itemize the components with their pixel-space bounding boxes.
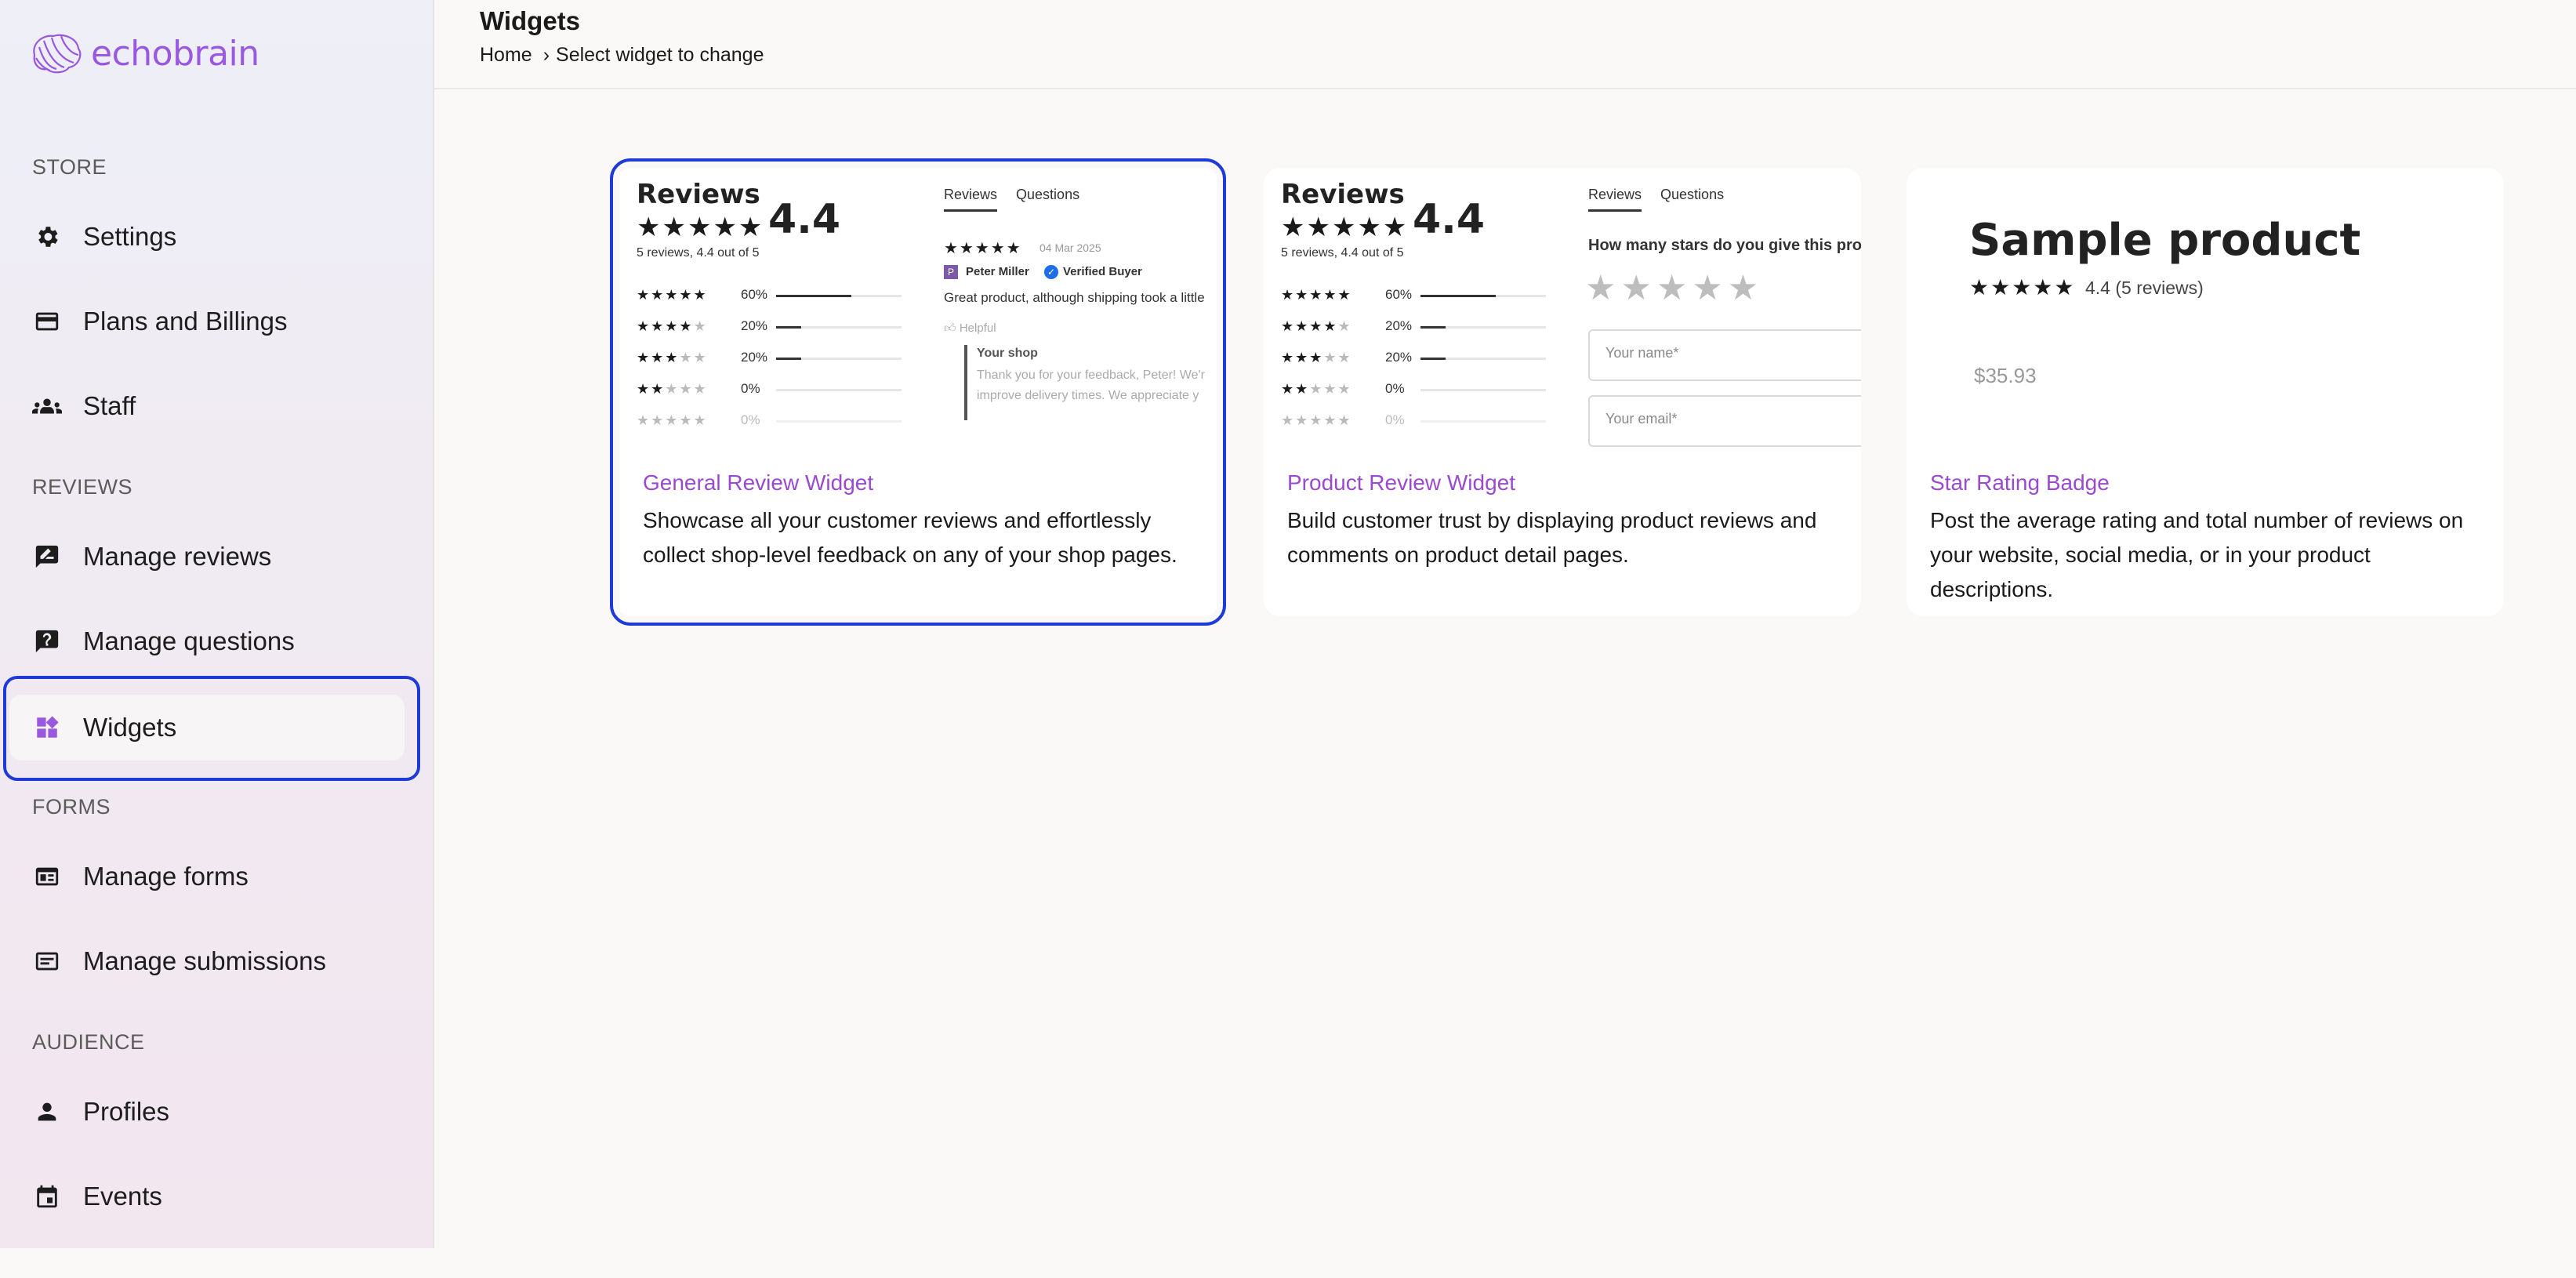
logo-text: echobrain <box>91 33 259 74</box>
sidebar: echobrain STORE Settings Plans and Billi… <box>0 0 434 1248</box>
preview-product-name: Sample product <box>1969 215 2361 266</box>
sidebar-item-label: Events <box>83 1182 162 1211</box>
review-date: 04 Mar 2025 <box>1039 241 1101 254</box>
reply-text: improve delivery times. We appreciate y <box>977 389 1199 402</box>
rate-review-icon <box>31 541 63 572</box>
empty-stars-icon: ★★★★★ <box>1585 269 1764 307</box>
sidebar-item-manage-questions[interactable]: Manage questions <box>9 608 405 674</box>
sidebar-item-label: Staff <box>83 391 136 420</box>
sidebar-item-label: Manage reviews <box>83 542 272 571</box>
gear-icon <box>31 221 63 252</box>
preview-rating-text: 4.4 (5 reviews) <box>2085 278 2204 298</box>
question-icon <box>31 626 63 657</box>
sidebar-item-label: Manage submissions <box>83 946 326 975</box>
widget-preview: Reviews ★★★★★ 4.4 5 reviews, 4.4 out of … <box>619 168 1217 458</box>
widget-card-product-review[interactable]: Reviews ★★★★★ 4.4 5 reviews, 4.4 out of … <box>1264 168 1861 616</box>
breadcrumb: Home › Select widget to change <box>480 44 764 67</box>
widget-description: Post the average rating and total number… <box>1930 508 2464 601</box>
sidebar-item-manage-forms[interactable]: Manage forms <box>9 844 405 909</box>
name-field: Your name* <box>1588 329 1861 381</box>
review-stars-icon: ★★★★★ <box>944 240 1022 257</box>
widget-description: Showcase all your customer reviews and e… <box>643 508 1177 567</box>
widget-card-general-review[interactable]: Reviews ★★★★★ 4.4 5 reviews, 4.4 out of … <box>610 158 1226 626</box>
section-label-audience: AUDIENCE <box>32 1030 145 1054</box>
page-title: Widgets <box>480 6 581 35</box>
preview-price: $35.93 <box>1974 364 2037 387</box>
star-rating-icon: ★★★★★ <box>637 212 764 242</box>
sidebar-item-label: Manage questions <box>83 626 295 655</box>
breadcrumb-separator: › <box>542 44 550 66</box>
star-rating-icon: ★★★★★ <box>1281 212 1409 242</box>
section-label-forms: FORMS <box>32 795 111 819</box>
preview-tabs: Reviews Questions <box>944 187 1079 212</box>
reply-label: Your shop <box>977 347 1038 360</box>
selection-highlight <box>3 676 420 781</box>
rating-question: How many stars do you give this product? <box>1588 237 1861 254</box>
star-rating-icon: ★★★★★ <box>1969 275 2076 300</box>
people-icon <box>31 390 63 422</box>
sidebar-item-staff[interactable]: Staff <box>9 373 405 439</box>
breadcrumb-current: Select widget to change <box>556 44 764 66</box>
sidebar-item-manage-submissions[interactable]: Manage submissions <box>9 928 405 994</box>
brain-logo-icon <box>33 34 82 74</box>
preview-tabs: Reviews Questions <box>1588 187 1724 212</box>
logo[interactable]: echobrain <box>28 31 259 75</box>
section-label-reviews: REVIEWS <box>32 475 133 499</box>
verified-check-icon: ✓ <box>1044 265 1058 279</box>
reply-text: Thank you for your feedback, Peter! We'r <box>977 369 1205 382</box>
preview-rating: 4.4 <box>1413 196 1486 243</box>
form-icon <box>31 861 63 892</box>
widget-title[interactable]: General Review Widget <box>643 470 873 496</box>
widget-title[interactable]: Star Rating Badge <box>1930 470 2110 496</box>
reviewer-name: Peter Miller <box>966 265 1029 278</box>
preview-heading: Reviews <box>1281 179 1405 210</box>
calendar-icon <box>31 1181 63 1212</box>
preview-summary: 5 reviews, 4.4 out of 5 <box>637 246 760 260</box>
reply-border <box>964 345 967 420</box>
verified-badge: Verified Buyer <box>1063 265 1142 278</box>
person-icon <box>31 1096 63 1127</box>
sidebar-item-label: Plans and Billings <box>83 307 288 336</box>
widget-description: Build customer trust by displaying produ… <box>1287 508 1817 567</box>
reviewer-avatar: P <box>944 265 958 279</box>
review-text: Great product, although shipping took a … <box>944 290 1205 305</box>
sidebar-item-label: Profiles <box>83 1097 170 1126</box>
preview-heading: Reviews <box>637 179 760 210</box>
breadcrumb-home[interactable]: Home <box>480 44 532 67</box>
sidebar-item-plans-and-billings[interactable]: Plans and Billings <box>9 289 405 354</box>
email-field: Your email* <box>1588 395 1861 447</box>
widget-card-star-rating-badge[interactable]: Sample product ★★★★★ 4.4 (5 reviews) $35… <box>1907 168 2504 616</box>
sidebar-item-label: Manage forms <box>83 862 249 891</box>
widget-preview: Sample product ★★★★★ 4.4 (5 reviews) $35… <box>1907 168 2504 458</box>
credit-card-icon <box>31 306 63 337</box>
preview-summary: 5 reviews, 4.4 out of 5 <box>1281 246 1404 260</box>
section-label-store: STORE <box>32 155 107 179</box>
preview-rating: 4.4 <box>768 196 841 243</box>
widget-title[interactable]: Product Review Widget <box>1287 470 1515 496</box>
sidebar-item-label: Settings <box>83 222 177 251</box>
submissions-icon <box>31 946 63 977</box>
sidebar-item-profiles[interactable]: Profiles <box>9 1079 405 1145</box>
sidebar-item-events[interactable]: Events <box>9 1164 405 1229</box>
widget-preview: Reviews ★★★★★ 4.4 5 reviews, 4.4 out of … <box>1264 168 1861 458</box>
sidebar-item-settings[interactable]: Settings <box>9 204 405 270</box>
helpful-button: 👍︎ Helpful <box>944 321 996 335</box>
sidebar-item-manage-reviews[interactable]: Manage reviews <box>9 524 405 590</box>
